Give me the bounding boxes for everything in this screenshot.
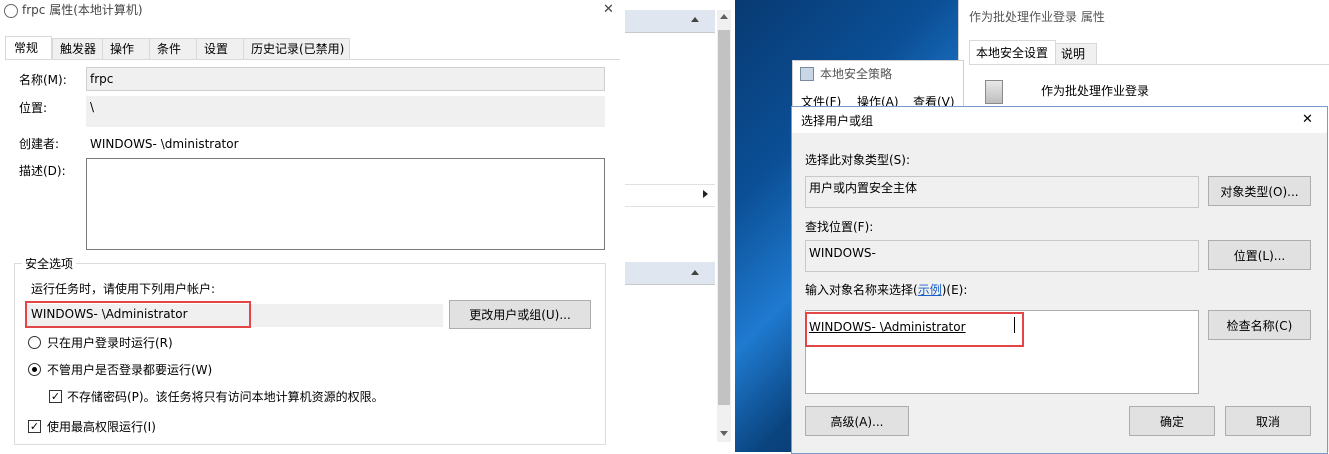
window-title: 本地安全策略 bbox=[820, 67, 893, 81]
scroll-up-icon[interactable] bbox=[720, 14, 728, 19]
checkbox-highest-privileges-label: 使用最高权限运行(I) bbox=[47, 420, 156, 434]
dialog-title: 选择用户或组 bbox=[801, 114, 874, 128]
tab-divider bbox=[5, 59, 620, 60]
server-icon bbox=[985, 80, 1003, 104]
tab-label: 历史记录(已禁用) bbox=[251, 42, 345, 56]
tab-actions[interactable]: 操作 bbox=[102, 38, 150, 59]
button-label: 更改用户或组(U)... bbox=[469, 308, 571, 322]
run-as-prompt: 运行任务时，请使用下列用户帐户: bbox=[31, 282, 216, 296]
divider bbox=[625, 206, 715, 207]
tab-divider bbox=[969, 64, 1329, 65]
object-types-button[interactable]: 对象类型(O)... bbox=[1208, 176, 1311, 206]
advanced-button[interactable]: 高级(A)... bbox=[805, 406, 909, 436]
policy-app-icon bbox=[800, 67, 814, 81]
button-label: 对象类型(O)... bbox=[1220, 184, 1299, 199]
ok-button[interactable]: 确定 bbox=[1129, 406, 1215, 436]
radio-logged-on-label: 只在用户登录时运行(R) bbox=[47, 336, 173, 350]
tab-label: 常规 bbox=[14, 41, 39, 55]
description-textarea[interactable] bbox=[86, 158, 605, 250]
object-type-value: 用户或内置安全主体 bbox=[809, 181, 918, 195]
tab-conditions[interactable]: 条件 bbox=[149, 38, 197, 59]
checkbox-highest-privileges[interactable]: ✓ bbox=[28, 420, 41, 433]
examples-link[interactable]: 示例 bbox=[918, 283, 942, 297]
object-type-label: 选择此对象类型(S): bbox=[805, 153, 911, 167]
divider bbox=[625, 184, 715, 185]
button-label: 位置(L)... bbox=[1233, 248, 1286, 263]
label-prefix: 输入对象名称来选择( bbox=[805, 283, 918, 297]
button-label: 检查名称(C) bbox=[1226, 318, 1293, 333]
close-icon[interactable]: ✕ bbox=[603, 3, 614, 17]
tab-label: 设置 bbox=[204, 42, 229, 56]
clock-icon bbox=[4, 4, 18, 18]
location-label: 位置: bbox=[19, 101, 48, 115]
scrollbar-thumb[interactable] bbox=[718, 30, 730, 405]
header-bar bbox=[625, 10, 715, 33]
background-window bbox=[625, 0, 735, 452]
text-cursor bbox=[1014, 317, 1015, 333]
task-properties-dialog: frpc 属性(本地计算机) ✕ 常规 触发器 操作 条件 设置 历史记录(已禁… bbox=[0, 0, 626, 452]
collapse-up-icon[interactable] bbox=[691, 270, 699, 275]
cancel-button[interactable]: 取消 bbox=[1225, 406, 1311, 436]
checkbox-no-password-label: 不存储密码(P)。该任务将只有访问本地计算机资源的权限。 bbox=[67, 390, 384, 404]
tab-label: 说明 bbox=[1061, 47, 1086, 61]
tab-label: 本地安全设置 bbox=[976, 46, 1049, 60]
tab-label: 条件 bbox=[157, 42, 182, 56]
check-names-button[interactable]: 检查名称(C) bbox=[1208, 310, 1311, 340]
run-as-user-value: WINDOWS- \Administrator bbox=[31, 307, 188, 321]
tab-explain[interactable]: 说明 bbox=[1055, 43, 1097, 65]
tab-general[interactable]: 常规 bbox=[5, 36, 52, 60]
locations-button[interactable]: 位置(L)... bbox=[1208, 240, 1311, 270]
author-value: WINDOWS- \dministrator bbox=[90, 137, 239, 151]
label-suffix: )(E): bbox=[941, 283, 968, 297]
radio-whether-logged-on-label: 不管用户是否登录都要运行(W) bbox=[47, 363, 213, 377]
header-bar bbox=[625, 262, 715, 285]
change-user-button[interactable]: 更改用户或组(U)... bbox=[449, 300, 591, 329]
location-label: 查找位置(F): bbox=[805, 220, 874, 234]
collapse-up-icon[interactable] bbox=[691, 17, 699, 22]
object-type-field: 用户或内置安全主体 bbox=[805, 176, 1199, 208]
name-label: 名称(M): bbox=[19, 73, 67, 87]
window-title: 作为批处理作业登录 属性 bbox=[969, 10, 1105, 24]
checkbox-no-password[interactable]: ✓ bbox=[49, 390, 62, 403]
button-label: 确定 bbox=[1159, 414, 1184, 429]
close-icon[interactable]: ✕ bbox=[1302, 113, 1313, 127]
scroll-down-icon[interactable] bbox=[720, 431, 728, 436]
security-group-label: 安全选项 bbox=[22, 257, 77, 271]
tab-settings[interactable]: 设置 bbox=[196, 38, 244, 59]
radio-whether-logged-on[interactable] bbox=[28, 363, 41, 376]
location-field: WINDOWS- bbox=[805, 240, 1199, 272]
dialog-title: frpc 属性(本地计算机) bbox=[22, 3, 143, 17]
button-label: 高级(A)... bbox=[830, 414, 884, 429]
location-value: WINDOWS- bbox=[809, 246, 876, 260]
enter-names-label: 输入对象名称来选择(示例)(E): bbox=[805, 283, 967, 297]
select-users-dialog: 选择用户或组 ✕ 选择此对象类型(S): 用户或内置安全主体 对象类型(O)..… bbox=[791, 106, 1328, 454]
author-label: 创建者: bbox=[19, 137, 60, 151]
policy-name: 作为批处理作业登录 bbox=[1041, 84, 1150, 98]
location-value: \ bbox=[90, 100, 95, 114]
tab-label: 操作 bbox=[110, 42, 135, 56]
radio-logged-on[interactable] bbox=[28, 336, 41, 349]
description-label: 描述(D): bbox=[19, 164, 66, 178]
name-value: frpc bbox=[90, 72, 114, 86]
location-field: \ bbox=[86, 96, 605, 127]
tab-history[interactable]: 历史记录(已禁用) bbox=[243, 38, 350, 59]
tab-local-security-setting[interactable]: 本地安全设置 bbox=[969, 40, 1056, 65]
chevron-right-icon[interactable] bbox=[703, 190, 708, 198]
tab-triggers[interactable]: 触发器 bbox=[52, 38, 103, 59]
tab-label: 触发器 bbox=[60, 42, 97, 56]
name-field[interactable]: frpc bbox=[86, 67, 605, 91]
names-value: WINDOWS- \Administrator bbox=[809, 320, 966, 334]
button-label: 取消 bbox=[1255, 414, 1280, 429]
